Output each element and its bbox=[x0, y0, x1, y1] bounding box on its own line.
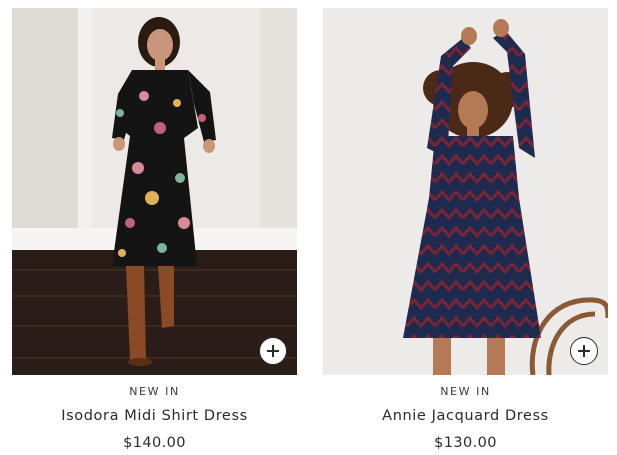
product-image[interactable] bbox=[12, 8, 297, 375]
new-in-badge: NEW IN bbox=[440, 385, 491, 398]
product-price: $140.00 bbox=[123, 435, 186, 451]
product-grid: NEW IN Isodora Midi Shirt Dress $140.00 bbox=[0, 0, 617, 455]
product-image[interactable] bbox=[323, 8, 608, 375]
product-price: $130.00 bbox=[434, 435, 497, 451]
new-in-badge: NEW IN bbox=[129, 385, 180, 398]
plus-icon bbox=[578, 345, 590, 357]
add-to-bag-button[interactable] bbox=[259, 337, 287, 365]
product-card[interactable]: NEW IN Annie Jacquard Dress $130.00 bbox=[323, 0, 608, 455]
add-to-bag-button[interactable] bbox=[570, 337, 598, 365]
product-info: NEW IN Annie Jacquard Dress $130.00 bbox=[323, 384, 608, 452]
plus-icon bbox=[267, 345, 279, 357]
product-title[interactable]: Annie Jacquard Dress bbox=[323, 407, 608, 425]
product-info: NEW IN Isodora Midi Shirt Dress $140.00 bbox=[12, 384, 297, 452]
product-title[interactable]: Isodora Midi Shirt Dress bbox=[12, 407, 297, 425]
product-card[interactable]: NEW IN Isodora Midi Shirt Dress $140.00 bbox=[12, 0, 297, 455]
